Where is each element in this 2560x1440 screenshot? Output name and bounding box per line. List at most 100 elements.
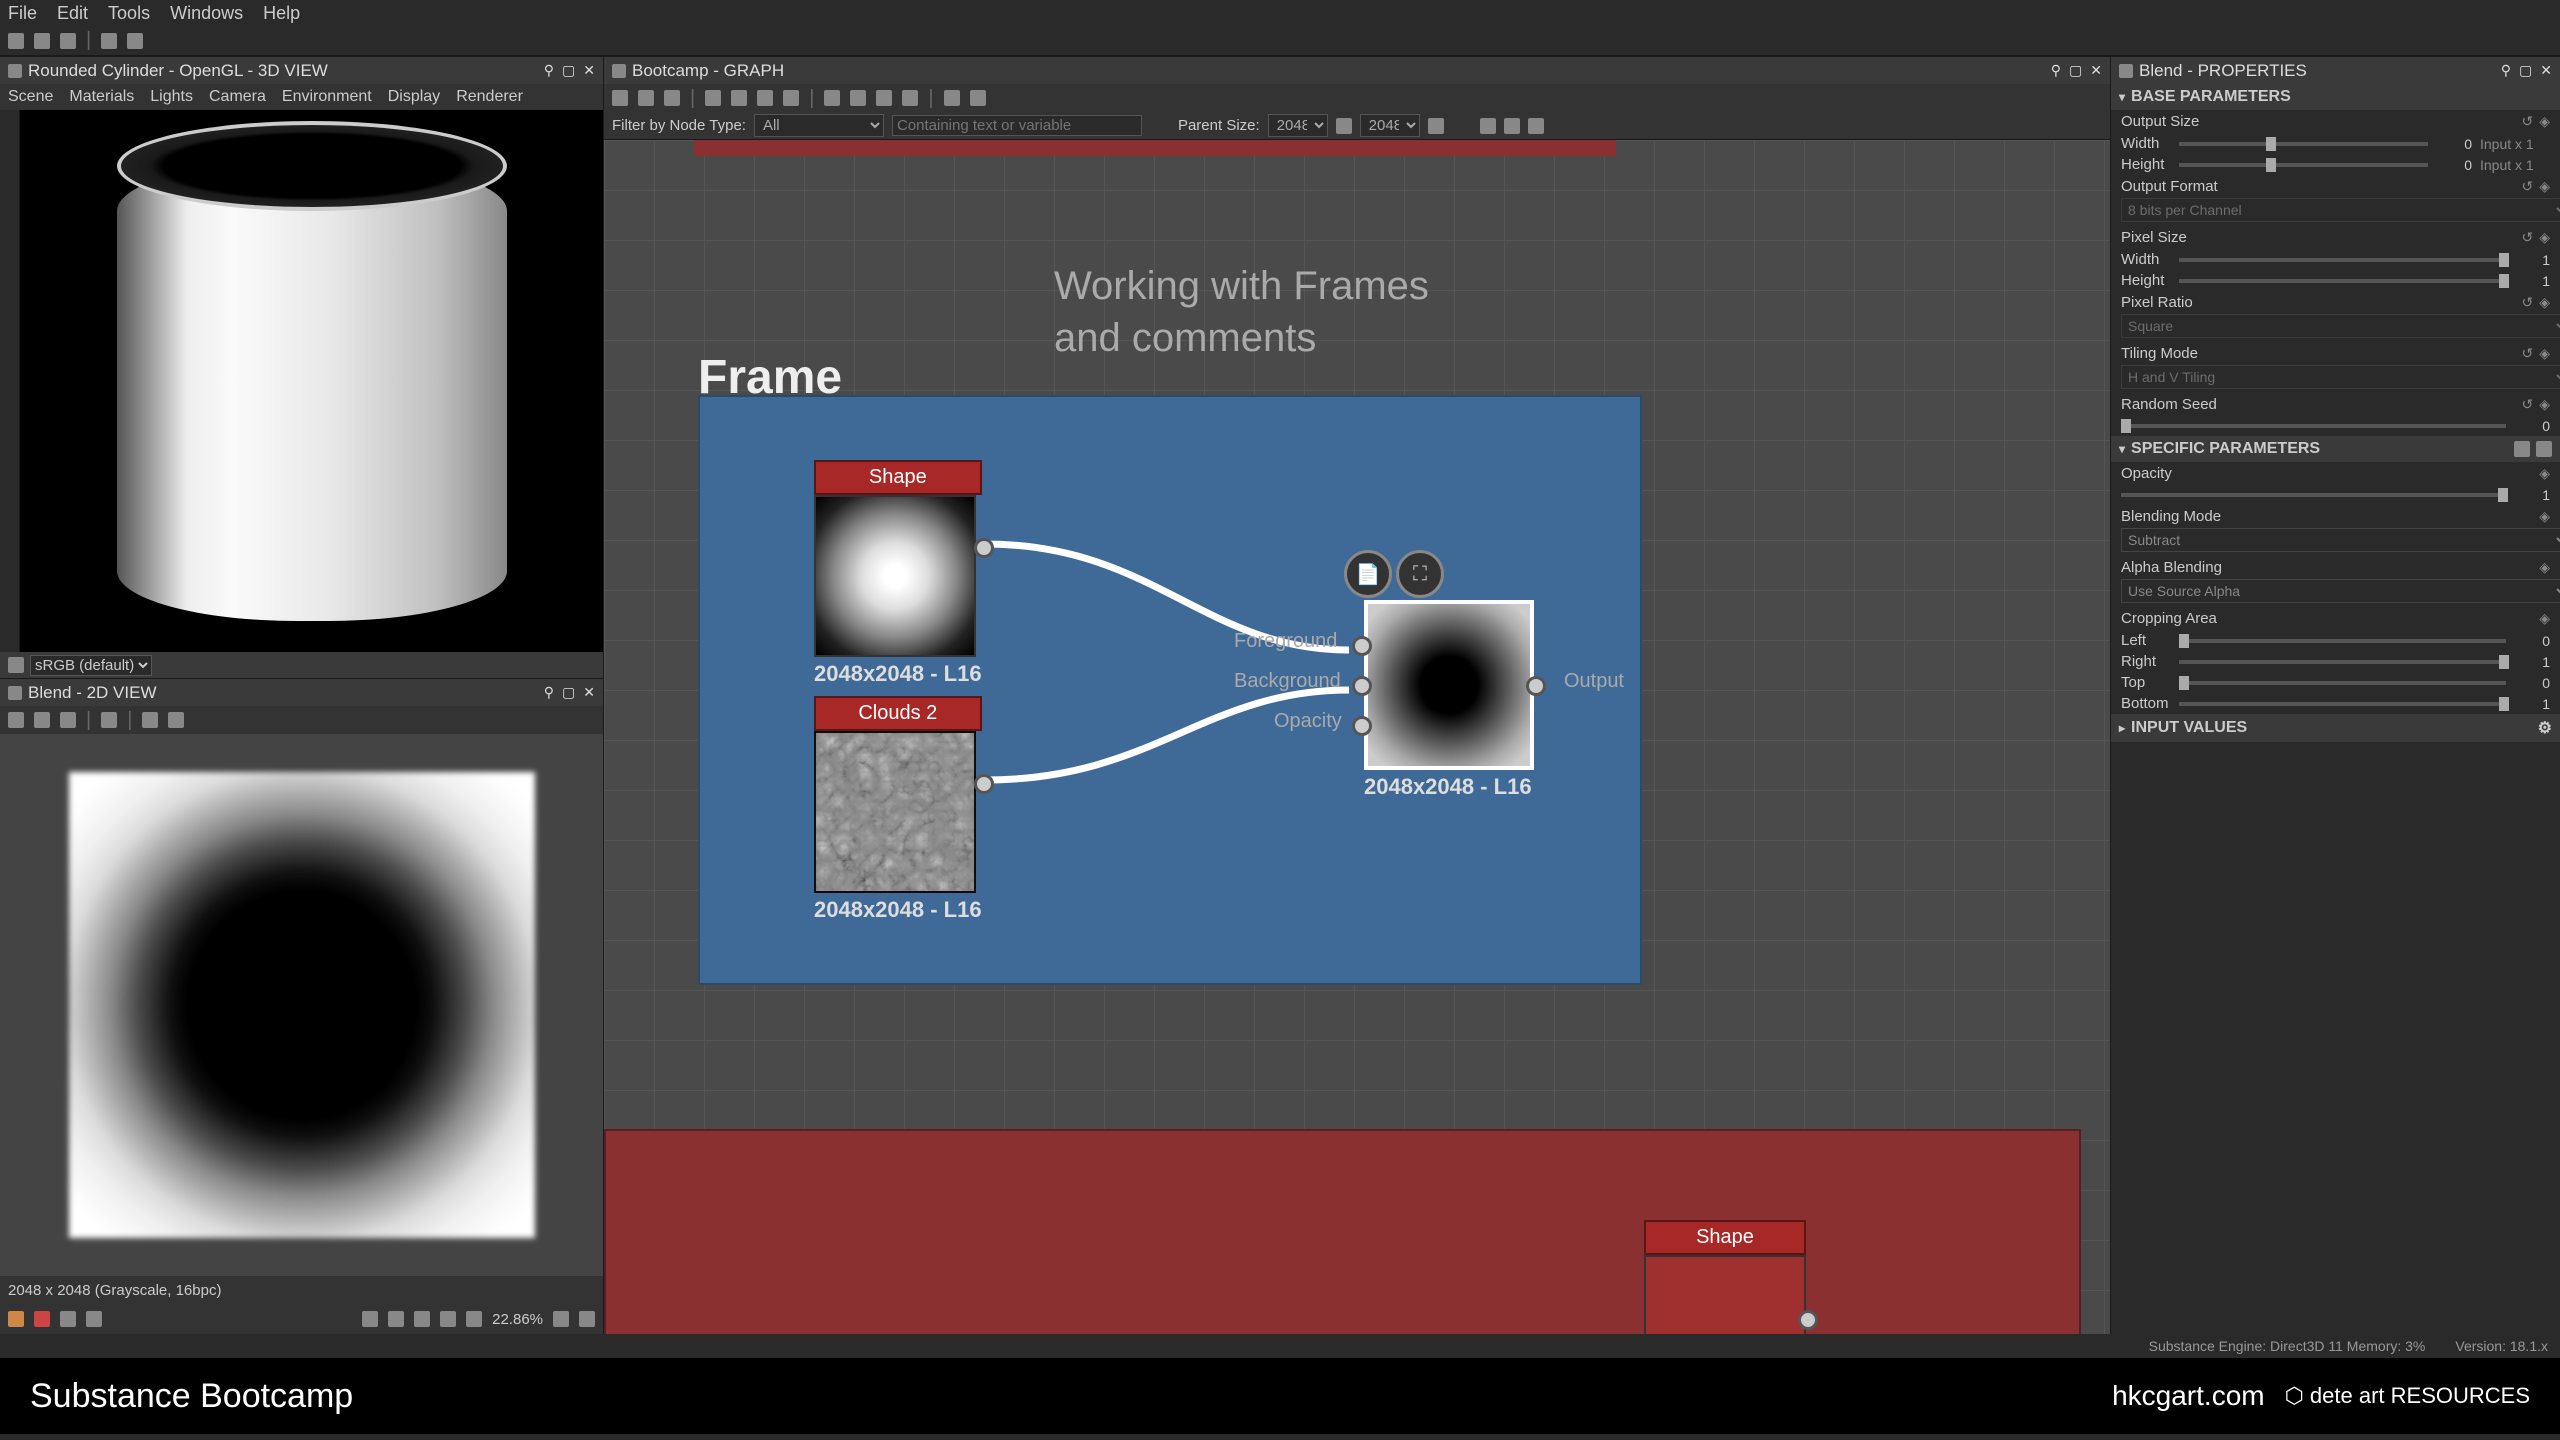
output-format-select[interactable]: 8 bits per Channel xyxy=(2121,198,2560,222)
maximize-icon[interactable]: ▢ xyxy=(2519,62,2532,79)
tool-icon[interactable] xyxy=(60,712,76,728)
toolbar-renderer[interactable]: Renderer xyxy=(456,88,523,106)
node-output-connector[interactable] xyxy=(1798,1310,1818,1330)
tool-icon[interactable] xyxy=(757,90,773,106)
reset-icon[interactable]: ↺ xyxy=(2521,113,2533,130)
maximize-icon[interactable]: ▢ xyxy=(562,62,575,79)
pin-icon[interactable]: ⚲ xyxy=(2501,62,2511,79)
toolbar-scene[interactable]: Scene xyxy=(8,88,53,106)
blend-in-foreground[interactable] xyxy=(1352,636,1372,656)
link-icon[interactable] xyxy=(1336,118,1352,134)
seed-slider[interactable] xyxy=(2121,424,2506,428)
link-icon[interactable]: ◈ xyxy=(2539,113,2550,130)
toolbar-lights[interactable]: Lights xyxy=(150,88,193,106)
crop-top-slider[interactable] xyxy=(2179,681,2506,685)
section-specific-parameters[interactable]: ▾ SPECIFIC PARAMETERS xyxy=(2111,436,2560,462)
tiling-mode-select[interactable]: H and V Tiling xyxy=(2121,365,2560,389)
tool-icon[interactable] xyxy=(944,90,960,106)
tool-icon[interactable] xyxy=(783,90,799,106)
tool-icon[interactable] xyxy=(850,90,866,106)
px-height-slider[interactable] xyxy=(2179,279,2506,283)
tool-icon[interactable] xyxy=(1528,118,1544,134)
node-output-connector[interactable] xyxy=(974,538,994,558)
blend-output[interactable] xyxy=(1526,676,1546,696)
refresh-icon[interactable] xyxy=(876,90,892,106)
gear-icon[interactable]: ⚙ xyxy=(2538,718,2552,738)
grid-icon[interactable] xyxy=(362,1311,378,1327)
link-icon[interactable]: ◈ xyxy=(2539,396,2550,413)
reset-icon[interactable]: ↺ xyxy=(2521,345,2533,362)
opacity-slider[interactable] xyxy=(2121,493,2506,497)
link-icon[interactable]: ◈ xyxy=(2539,178,2550,195)
graph-comment[interactable]: Working with Frames and comments xyxy=(1054,260,1429,364)
colorspace-select[interactable]: sRGB (default) xyxy=(30,655,152,676)
save-icon[interactable] xyxy=(60,33,76,49)
menu-windows[interactable]: Windows xyxy=(170,3,243,24)
toolbar-environment[interactable]: Environment xyxy=(282,88,372,106)
reset-icon[interactable] xyxy=(553,1311,569,1327)
link-icon[interactable]: ◈ xyxy=(2539,508,2550,525)
filter-text-input[interactable] xyxy=(892,115,1142,136)
section-input-values[interactable]: ▸ INPUT VALUES ⚙ xyxy=(2111,714,2560,742)
tool-icon[interactable] xyxy=(731,90,747,106)
tool-icon[interactable] xyxy=(440,1311,456,1327)
pin-icon[interactable]: ⚲ xyxy=(544,62,554,79)
reset-icon[interactable]: ↺ xyxy=(2521,396,2533,413)
view2d-canvas[interactable] xyxy=(0,734,603,1276)
menu-file[interactable]: File xyxy=(8,3,37,24)
crop-left-slider[interactable] xyxy=(2179,639,2506,643)
swatch-icon[interactable] xyxy=(8,1311,24,1327)
tool-icon[interactable] xyxy=(466,1311,482,1327)
blend-in-background[interactable] xyxy=(1352,676,1372,696)
tool-icon[interactable] xyxy=(824,90,840,106)
tool-icon[interactable] xyxy=(2514,441,2530,457)
link-icon[interactable]: ◈ xyxy=(2539,465,2550,482)
lock-icon[interactable] xyxy=(579,1311,595,1327)
close-icon[interactable]: ✕ xyxy=(2090,62,2102,79)
reset-icon[interactable]: ↺ xyxy=(2521,294,2533,311)
tool-icon[interactable] xyxy=(8,712,24,728)
node-output-connector[interactable] xyxy=(974,774,994,794)
tool-icon[interactable] xyxy=(414,1311,430,1327)
close-icon[interactable]: ✕ xyxy=(583,62,595,79)
toolbar-display[interactable]: Display xyxy=(388,88,440,106)
menu-edit[interactable]: Edit xyxy=(57,3,88,24)
px-width-slider[interactable] xyxy=(2179,258,2506,262)
tool-icon[interactable] xyxy=(60,1311,76,1327)
tool-icon[interactable] xyxy=(168,712,184,728)
crop-bottom-slider[interactable] xyxy=(2179,702,2506,706)
home-icon[interactable] xyxy=(8,33,24,49)
section-base-parameters[interactable]: ▾ BASE PARAMETERS xyxy=(2111,84,2560,110)
toolbar-materials[interactable]: Materials xyxy=(69,88,134,106)
link-icon[interactable]: ◈ xyxy=(2539,610,2550,627)
blending-mode-select[interactable]: Subtract xyxy=(2121,528,2560,552)
tool-icon[interactable] xyxy=(612,90,628,106)
filter-type-select[interactable]: All xyxy=(754,114,884,137)
link-icon[interactable]: ◈ xyxy=(2539,559,2550,576)
graph-canvas[interactable]: Working with Frames and comments Frame S… xyxy=(604,140,2110,1334)
graph-frame-bottom[interactable] xyxy=(604,1129,2081,1334)
redo-icon[interactable] xyxy=(127,33,143,49)
camera-icon[interactable] xyxy=(664,90,680,106)
close-icon[interactable]: ✕ xyxy=(2540,62,2552,79)
tool-icon[interactable] xyxy=(2536,441,2552,457)
pin-icon[interactable]: ⚲ xyxy=(544,684,554,701)
toolbar-camera[interactable]: Camera xyxy=(209,88,266,106)
tool-icon[interactable] xyxy=(1428,118,1444,134)
parent-size-1[interactable]: 2048 xyxy=(1268,114,1328,137)
tool-icon[interactable] xyxy=(86,1311,102,1327)
blend-in-opacity[interactable] xyxy=(1352,716,1372,736)
blend-expand-icon[interactable]: ⛶ xyxy=(1396,550,1444,598)
reset-icon[interactable]: ↺ xyxy=(2521,229,2533,246)
width-slider[interactable] xyxy=(2179,142,2428,146)
tool-icon[interactable] xyxy=(388,1311,404,1327)
node-shape-2[interactable]: Shape xyxy=(1644,1220,1806,1334)
menu-tools[interactable]: Tools xyxy=(108,3,150,24)
link-icon[interactable]: ◈ xyxy=(2539,229,2550,246)
height-slider[interactable] xyxy=(2179,163,2428,167)
tool-icon[interactable] xyxy=(1504,118,1520,134)
tool-icon[interactable] xyxy=(902,90,918,106)
search-icon[interactable] xyxy=(705,90,721,106)
tool-icon[interactable] xyxy=(638,90,654,106)
open-icon[interactable] xyxy=(34,33,50,49)
